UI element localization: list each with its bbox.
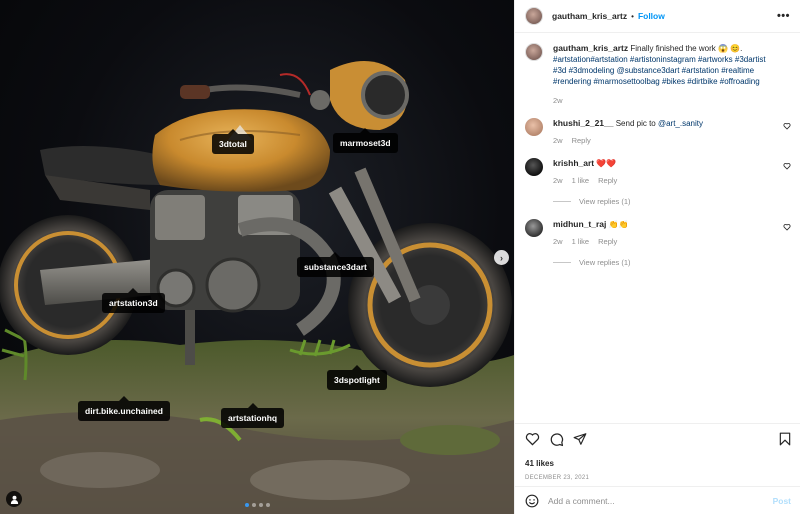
view-replies-label: View replies (1) bbox=[579, 258, 631, 267]
author-avatar[interactable] bbox=[525, 7, 543, 25]
heart-icon[interactable] bbox=[783, 122, 791, 130]
comment-time: 2w bbox=[553, 176, 563, 185]
comment-username[interactable]: khushi_2_21__ bbox=[553, 118, 613, 128]
comment-text: ❤️❤️ bbox=[596, 159, 617, 168]
emoji-smiley-icon[interactable] bbox=[525, 494, 539, 508]
person-icon bbox=[10, 495, 18, 504]
comment-likes[interactable]: 1 like bbox=[572, 236, 590, 247]
heart-icon[interactable] bbox=[783, 223, 791, 231]
post-side-panel: gautham_kris_artz • Follow ••• gautham_k… bbox=[514, 0, 800, 514]
divider-line bbox=[553, 201, 571, 202]
reply-button[interactable]: Reply bbox=[598, 236, 617, 247]
comment-mention[interactable]: @art_.sanity bbox=[658, 119, 703, 128]
comment-username[interactable]: midhun_t_raj bbox=[553, 219, 606, 229]
post-actions: 41 likes DECEMBER 23, 2021 bbox=[515, 423, 800, 481]
author-username[interactable]: gautham_kris_artz bbox=[552, 11, 627, 21]
user-tag-artstation3d[interactable]: artstation3d bbox=[102, 288, 165, 313]
caption-time: 2w bbox=[553, 96, 563, 105]
carousel-dot bbox=[252, 503, 256, 507]
user-tag-dirt-bike-unchained[interactable]: dirt.bike.unchained bbox=[78, 396, 170, 421]
view-replies-button[interactable]: View replies (1) bbox=[553, 196, 775, 207]
reply-button[interactable]: Reply bbox=[572, 135, 591, 146]
user-tag-3dspotlight[interactable]: 3dspotlight bbox=[327, 365, 387, 390]
carousel-dot bbox=[266, 503, 270, 507]
user-tag-3dtotal[interactable]: 3dtotal bbox=[212, 129, 254, 154]
carousel-indicator bbox=[245, 503, 270, 507]
comment-likes[interactable]: 1 like bbox=[572, 175, 590, 186]
comment-text: 👏👏 bbox=[608, 220, 629, 229]
share-send-icon[interactable] bbox=[573, 432, 587, 446]
comment-bubble-icon[interactable] bbox=[549, 432, 564, 447]
comment-username[interactable]: krishh_art bbox=[553, 158, 594, 168]
post-header: gautham_kris_artz • Follow ••• bbox=[515, 0, 800, 33]
motorbike-render-image bbox=[0, 61, 514, 514]
caption-username[interactable]: gautham_kris_artz bbox=[553, 43, 628, 53]
author-avatar[interactable] bbox=[525, 43, 543, 61]
comment-text: Send pic to bbox=[615, 119, 658, 128]
comment-item: midhun_t_raj 👏👏 2w 1 like Reply View rep… bbox=[525, 219, 791, 268]
comment-time: 2w bbox=[553, 136, 563, 145]
post-media[interactable]: 3dtotal marmoset3d substance3dart artsta… bbox=[0, 0, 514, 514]
separator-dot: • bbox=[631, 11, 634, 21]
heart-icon[interactable] bbox=[783, 162, 791, 170]
follow-button[interactable]: Follow bbox=[638, 11, 665, 21]
comments-section: gautham_kris_artz Finally finished the w… bbox=[515, 33, 800, 423]
comment-input[interactable]: Add a comment... bbox=[548, 496, 773, 506]
more-options-icon[interactable]: ••• bbox=[777, 10, 790, 22]
user-tag-artstationhq[interactable]: artstationhq bbox=[221, 403, 285, 428]
view-replies-button[interactable]: View replies (1) bbox=[553, 257, 775, 268]
divider-line bbox=[553, 262, 571, 263]
post-date: DECEMBER 23, 2021 bbox=[525, 475, 590, 481]
tagged-users-button[interactable] bbox=[6, 491, 22, 507]
carousel-next-button[interactable]: › bbox=[494, 250, 509, 265]
caption-text: Finally finished the work 😱 😊. bbox=[630, 44, 743, 53]
user-tag-marmoset3d[interactable]: marmoset3d bbox=[333, 128, 398, 153]
post-comment-button[interactable]: Post bbox=[773, 496, 791, 506]
chevron-right-icon: › bbox=[500, 252, 503, 263]
view-replies-label: View replies (1) bbox=[579, 197, 631, 206]
carousel-dot bbox=[245, 503, 249, 507]
bookmark-icon[interactable] bbox=[779, 432, 791, 446]
comment-item: krishh_art ❤️❤️ 2w 1 like Reply View rep… bbox=[525, 158, 791, 207]
commenter-avatar[interactable] bbox=[525, 118, 543, 136]
add-comment-bar: Add a comment... Post bbox=[515, 486, 800, 514]
caption-hashtags[interactable]: #artstation#artstation #artistoninstagra… bbox=[553, 54, 775, 87]
reply-button[interactable]: Reply bbox=[598, 175, 617, 186]
comment-item: khushi_2_21__ Send pic to @art_.sanity 2… bbox=[525, 118, 791, 146]
caption: gautham_kris_artz Finally finished the w… bbox=[525, 43, 791, 106]
comment-time: 2w bbox=[553, 237, 563, 246]
carousel-dot bbox=[259, 503, 263, 507]
commenter-avatar[interactable] bbox=[525, 219, 543, 237]
like-heart-icon[interactable] bbox=[525, 432, 540, 446]
likes-count[interactable]: 41 likes bbox=[525, 459, 791, 468]
commenter-avatar[interactable] bbox=[525, 158, 543, 176]
user-tag-substance3dart[interactable]: substance3dart bbox=[297, 252, 374, 277]
